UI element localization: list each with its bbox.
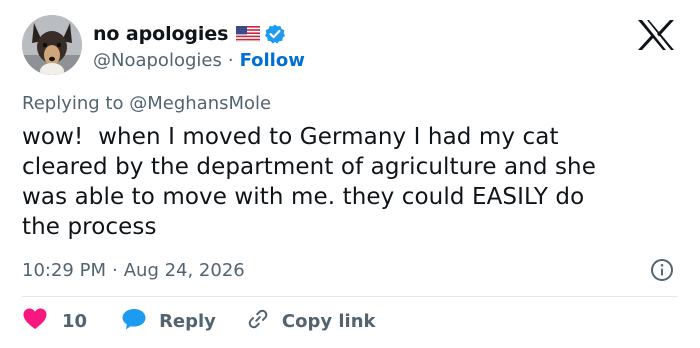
timestamp-separator: · bbox=[111, 259, 118, 281]
author-name-row: no apologies bbox=[93, 22, 286, 46]
action-bar: 10 Reply Copy link bbox=[22, 306, 376, 336]
like-count: 10 bbox=[62, 310, 88, 332]
separator-dot: · bbox=[227, 49, 234, 71]
avatar[interactable] bbox=[22, 15, 82, 75]
tweet-text: wow! when I moved to Germany I had my ca… bbox=[22, 124, 596, 240]
info-icon[interactable] bbox=[650, 258, 674, 282]
replying-to-line: Replying to @MeghansMole bbox=[22, 93, 271, 114]
reply-label: Reply bbox=[159, 310, 216, 332]
reply-button[interactable]: Reply bbox=[121, 307, 216, 336]
copy-link-button[interactable]: Copy link bbox=[246, 307, 376, 336]
tweet-date[interactable]: Aug 24, 2026 bbox=[124, 260, 245, 281]
divider bbox=[22, 296, 678, 297]
verified-badge-icon bbox=[264, 23, 286, 45]
author-handle-row: @Noapologies · Follow bbox=[93, 48, 305, 72]
speech-bubble-icon bbox=[121, 307, 147, 336]
dog-avatar-icon bbox=[22, 15, 82, 75]
copy-link-label: Copy link bbox=[281, 310, 376, 332]
follow-button[interactable]: Follow bbox=[240, 50, 305, 71]
like-button[interactable]: 10 bbox=[22, 307, 87, 336]
us-flag-icon bbox=[236, 25, 261, 43]
tweet-time[interactable]: 10:29 PM bbox=[22, 260, 106, 281]
author-display-name[interactable]: no apologies bbox=[93, 23, 228, 45]
tweet-timestamp: 10:29 PM · Aug 24, 2026 bbox=[22, 258, 245, 282]
link-icon bbox=[246, 307, 270, 336]
author-handle[interactable]: @Noapologies bbox=[93, 50, 222, 71]
replying-to-prefix: Replying to bbox=[22, 93, 124, 114]
x-logo-icon[interactable] bbox=[634, 17, 678, 53]
replying-to-handle-link[interactable]: @MeghansMole bbox=[129, 93, 271, 114]
heart-icon bbox=[22, 307, 48, 336]
